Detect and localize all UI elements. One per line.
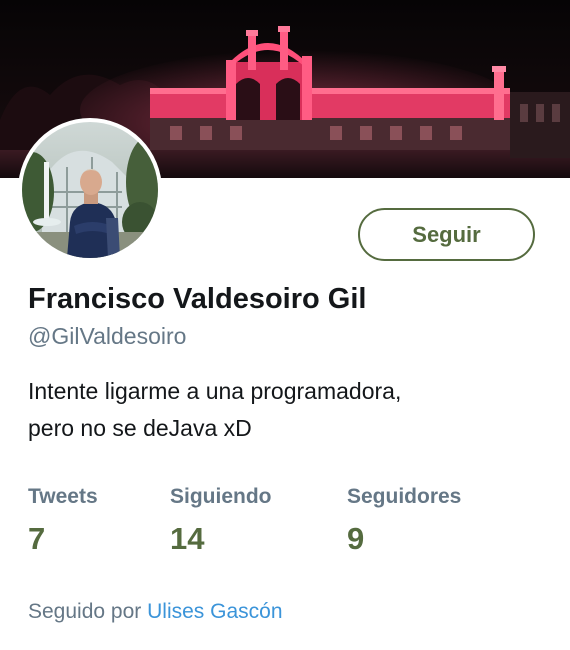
stat-label: Seguidores: [347, 485, 462, 508]
stat-value: 14: [170, 521, 205, 556]
display-name: Francisco Valdesoiro Gil: [28, 283, 367, 315]
followed-by-user-link[interactable]: Ulises Gascón: [147, 600, 282, 623]
followed-by-prefix: Seguido por: [28, 600, 142, 623]
profile-bio: Intente ligarme a una programadora, pero…: [28, 373, 548, 447]
avatar[interactable]: [18, 118, 162, 262]
followed-by-text: Seguido por Ulises Gascón: [28, 600, 283, 624]
stat-label: Siguiendo: [170, 485, 272, 508]
stat-value: 7: [28, 521, 46, 556]
stat-label: Tweets: [28, 485, 98, 508]
follow-button[interactable]: Seguir: [358, 208, 535, 261]
stat-value: 9: [347, 521, 365, 556]
stat-followers[interactable]: Seguidores 9: [347, 485, 461, 557]
stat-following[interactable]: Siguiendo 14: [170, 485, 272, 557]
username-handle: @GilValdesoiro: [28, 323, 187, 349]
bio-line: Intente ligarme a una programadora,: [28, 378, 402, 404]
profile-card: Seguir Francisco Valdesoiro Gil @GilVald…: [0, 0, 570, 650]
bio-line: pero no se deJava xD: [28, 415, 252, 441]
stat-tweets[interactable]: Tweets 7: [28, 485, 98, 557]
